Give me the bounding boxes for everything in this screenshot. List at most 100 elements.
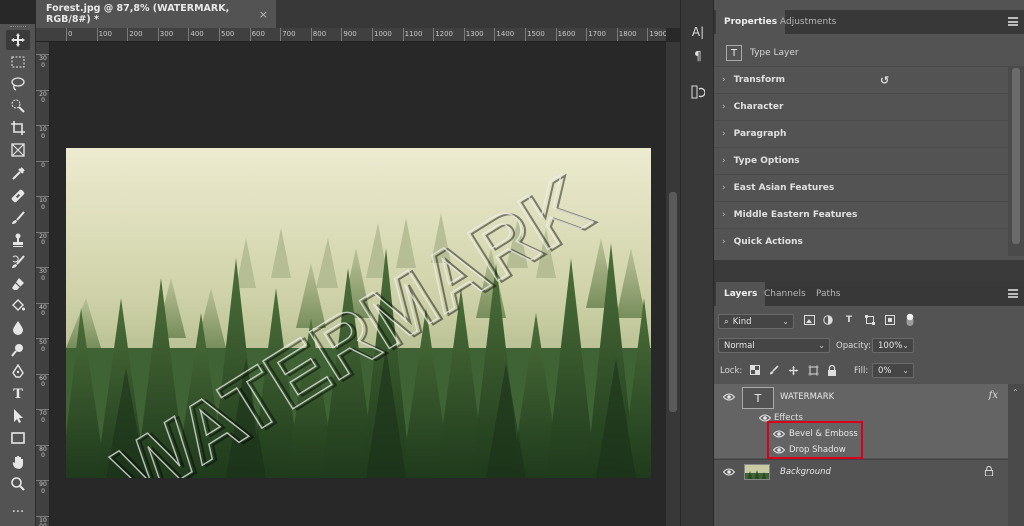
type-tool-icon[interactable]: T: [6, 384, 30, 404]
section-character[interactable]: › Character: [714, 93, 1008, 120]
quick-select-tool-icon[interactable]: [6, 96, 30, 116]
ruler-label: 700: [39, 410, 47, 424]
layer-watermark[interactable]: T WATERMARK fx: [714, 384, 1008, 410]
scroll-up-icon[interactable]: ⌃: [1012, 388, 1019, 397]
filter-type-icon[interactable]: T: [843, 314, 855, 326]
panel-menu-icon[interactable]: [1008, 17, 1018, 26]
tools-panel: T ...: [0, 24, 36, 526]
ruler-tick: [647, 28, 649, 41]
canvas-area[interactable]: WATERMARK WATERMARK: [50, 42, 666, 526]
ruler-label: 600: [39, 374, 47, 388]
lasso-tool-icon[interactable]: [6, 74, 30, 94]
layer-background[interactable]: Background: [714, 459, 1008, 483]
scroll-thumb[interactable]: [669, 192, 677, 412]
ruler-label: 800: [39, 445, 47, 459]
eye-icon[interactable]: [723, 393, 735, 401]
lock-position-icon[interactable]: [787, 364, 799, 376]
zoom-tool-icon[interactable]: [6, 474, 30, 494]
layers-scrollbar[interactable]: ⌃: [1008, 384, 1024, 526]
brush-tool-icon[interactable]: [6, 208, 30, 228]
section-east-asian[interactable]: › East Asian Features: [714, 174, 1008, 201]
paint-bucket-icon[interactable]: [6, 296, 30, 316]
eye-icon[interactable]: [723, 468, 735, 476]
ruler-label: 1000: [374, 30, 392, 38]
filter-pixel-icon[interactable]: [803, 314, 815, 326]
paragraph-panel-icon[interactable]: ¶: [688, 46, 708, 66]
tab-channels[interactable]: Channels: [756, 282, 814, 306]
pen-tool-icon[interactable]: [6, 362, 30, 382]
ruler-label: 1000: [39, 516, 47, 526]
chevron-down-icon: ⌄: [818, 341, 825, 350]
ruler-label: 1200: [435, 30, 454, 38]
document-tab[interactable]: Forest.jpg @ 87,8% (WATERMARK, RGB/8#) *…: [36, 0, 276, 28]
panel-menu-icon[interactable]: [1008, 289, 1018, 298]
section-label: Character: [733, 102, 784, 112]
section-transform[interactable]: › Transform ↺: [714, 66, 1008, 93]
layer-name[interactable]: Background: [780, 467, 831, 477]
eyedropper-tool-icon[interactable]: [6, 164, 30, 184]
blend-mode-select[interactable]: Normal ⌄: [718, 338, 830, 353]
forest-image[interactable]: WATERMARK WATERMARK: [66, 148, 651, 478]
type-layer-icon: T: [726, 45, 742, 61]
marquee-tool-icon[interactable]: [6, 52, 30, 72]
ruler-label: 600: [251, 30, 265, 38]
filter-shape-icon[interactable]: [864, 314, 876, 326]
lock-transparency-icon[interactable]: [749, 364, 761, 376]
opacity-input[interactable]: 100% ⌄: [872, 338, 914, 353]
filter-smart-object-icon[interactable]: [884, 314, 896, 326]
fill-input[interactable]: 0% ⌄: [872, 363, 914, 378]
move-tool-icon[interactable]: [6, 30, 30, 50]
lock-all-icon[interactable]: [826, 364, 838, 376]
history-panel-icon[interactable]: [688, 82, 708, 102]
filter-kind-select[interactable]: ⌕ Kind ⌄: [718, 314, 794, 329]
ruler-label: 200: [39, 90, 47, 104]
chevron-down-icon: ⌄: [902, 341, 909, 350]
ruler-tick: [127, 28, 129, 41]
ruler-label: 100: [98, 30, 112, 38]
canvas-vertical-scrollbar[interactable]: [666, 42, 680, 526]
chevron-right-icon: ›: [722, 156, 726, 166]
ruler-tick: [219, 28, 220, 41]
section-middle-eastern[interactable]: › Middle Eastern Features: [714, 201, 1008, 228]
layer-name[interactable]: WATERMARK: [780, 392, 834, 402]
properties-scrollbar[interactable]: [1008, 66, 1024, 256]
eraser-tool-icon[interactable]: [6, 274, 30, 294]
scroll-thumb[interactable]: [1012, 68, 1020, 244]
filter-adjustment-icon[interactable]: [822, 314, 834, 326]
character-panel-icon[interactable]: A|: [688, 22, 708, 42]
filter-toggle-icon[interactable]: [904, 313, 916, 326]
type-layer-label: Type Layer: [750, 48, 799, 58]
ruler-label: 500: [39, 339, 47, 353]
dodge-tool-icon[interactable]: [6, 340, 30, 360]
horizontal-ruler: 0 100 200 300 400 500 600 700 800 900 1000 1100 1200…: [36, 28, 666, 42]
filter-kind-value: Kind: [732, 316, 752, 327]
rectangle-tool-icon[interactable]: [6, 428, 30, 448]
toolbar-grip[interactable]: [10, 26, 26, 28]
fx-icon[interactable]: fx: [989, 390, 998, 401]
lock-pixels-icon[interactable]: [768, 364, 780, 376]
blur-tool-icon[interactable]: [6, 318, 30, 338]
type-layer-header: T Type Layer: [714, 40, 1024, 66]
ruler-tick: [525, 28, 526, 41]
reset-transform-icon[interactable]: ↺: [880, 74, 889, 87]
layers-filter-bar: ⌕ Kind ⌄ T: [714, 310, 1024, 332]
frame-tool-icon[interactable]: [6, 140, 30, 160]
path-selection-icon[interactable]: [6, 406, 30, 426]
tab-paths[interactable]: Paths: [808, 282, 848, 306]
ruler-tick: [310, 28, 312, 41]
close-icon[interactable]: ×: [259, 8, 268, 21]
section-type-options[interactable]: › Type Options: [714, 147, 1008, 174]
opacity-value: 100%: [878, 340, 903, 351]
section-paragraph[interactable]: › Paragraph: [714, 120, 1008, 147]
healing-brush-icon[interactable]: [6, 186, 30, 206]
crop-tool-icon[interactable]: [6, 118, 30, 138]
section-quick-actions[interactable]: › Quick Actions: [714, 228, 1008, 255]
clone-stamp-icon[interactable]: [6, 230, 30, 250]
tab-adjustments[interactable]: Adjustments: [772, 10, 844, 34]
section-label: Transform: [733, 75, 785, 85]
chevron-right-icon: ›: [722, 183, 726, 193]
history-brush-icon[interactable]: [6, 252, 30, 272]
more-tools-icon[interactable]: ...: [6, 498, 30, 518]
lock-artboard-icon[interactable]: [807, 364, 819, 376]
hand-tool-icon[interactable]: [6, 452, 30, 472]
